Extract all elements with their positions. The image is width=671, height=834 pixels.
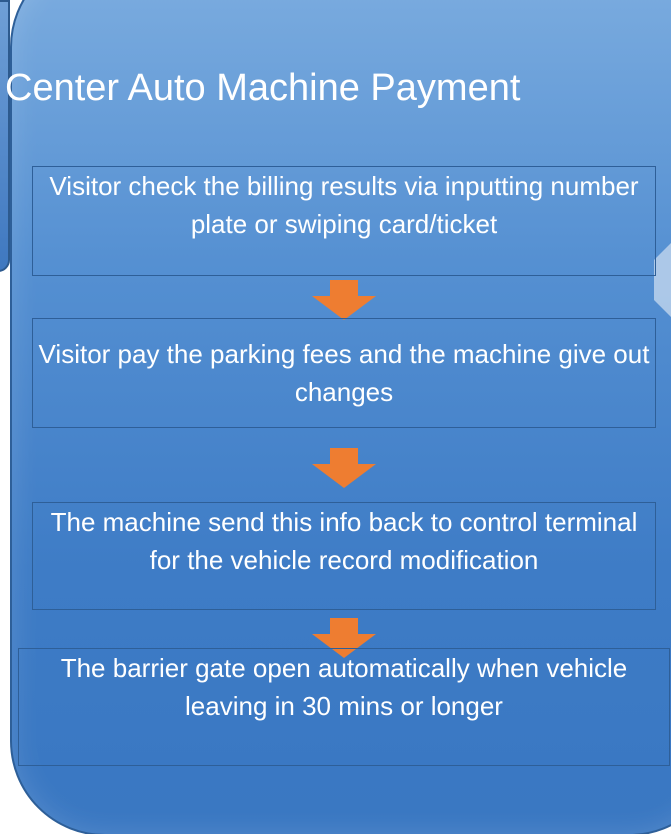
step-3-box: The machine send this info back to contr… — [32, 502, 656, 610]
down-arrow-icon — [312, 448, 376, 488]
step-1-text: Visitor check the billing results via in… — [49, 171, 639, 239]
diagram-canvas: Center Auto Machine Payment Visitor chec… — [0, 0, 671, 834]
step-3-text: The machine send this info back to contr… — [50, 507, 638, 575]
step-4-box: The barrier gate open automatically when… — [18, 648, 670, 766]
step-2-text: Visitor pay the parking fees and the mac… — [38, 339, 650, 407]
process-title: Center Auto Machine Payment — [5, 67, 521, 109]
adjacent-panel-edge — [0, 0, 10, 272]
step-1-box: Visitor check the billing results via in… — [32, 166, 656, 276]
down-arrow-icon — [312, 280, 376, 320]
step-4-text: The barrier gate open automatically when… — [60, 653, 628, 721]
step-2-box: Visitor pay the parking fees and the mac… — [32, 318, 656, 428]
